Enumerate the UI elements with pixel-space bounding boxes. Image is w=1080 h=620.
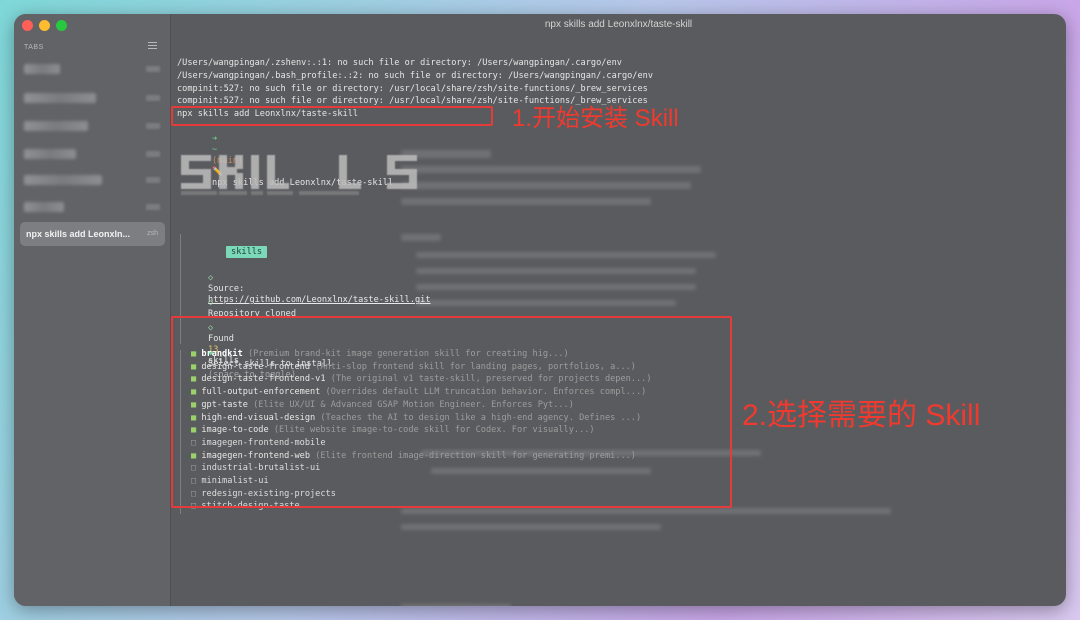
zoom-window-button[interactable]	[56, 20, 67, 31]
sidebar-tab-blurred[interactable]	[24, 175, 102, 185]
blurred-background-text	[401, 508, 891, 514]
prompt-arrow: ➜	[212, 134, 218, 144]
sidebar-tab-blurred[interactable]	[24, 64, 60, 74]
diamond-outline-icon: ◇	[208, 298, 214, 308]
blurred-background-text	[401, 166, 701, 173]
minimize-window-button[interactable]	[39, 20, 50, 31]
tab-shell-blurred	[146, 177, 160, 183]
tab-shell-blurred	[146, 204, 160, 210]
active-tab-label: npx skills add Leonxln...	[26, 229, 131, 239]
blurred-background-text	[401, 234, 441, 241]
blurred-background-text	[401, 604, 511, 606]
blurred-background-text	[401, 198, 651, 205]
tab-shell-blurred	[146, 151, 160, 157]
tabs-header: TABS	[24, 44, 44, 51]
sidebar-tab-blurred[interactable]	[24, 202, 64, 212]
sidebar: TABS npx skills add Leonxln... zsh	[14, 14, 171, 606]
error-line: /Users/wangpingan/.bash_profile:.:2: no …	[177, 71, 653, 81]
annotation-step1: 1.开始安装 Skill	[512, 105, 679, 132]
skills-badge: skills	[226, 246, 268, 258]
error-line: /Users/wangpingan/.zshenv:.:1: no such f…	[177, 58, 622, 68]
tab-shell-blurred	[146, 95, 160, 101]
annotation-box-step2	[171, 316, 732, 508]
blurred-background-text	[416, 300, 676, 306]
tab-shell-blurred	[146, 66, 160, 72]
blurred-background-text	[401, 182, 691, 189]
tab-shell-blurred	[146, 123, 160, 129]
blurred-background-text	[401, 524, 661, 530]
diamond-outline-icon: ◇	[208, 273, 214, 283]
blurred-background-text	[416, 268, 696, 274]
sidebar-tab-blurred[interactable]	[24, 121, 88, 131]
blurred-background-text	[416, 284, 696, 290]
window-title: npx skills add Leonxlnx/taste-skill	[544, 19, 693, 30]
annotation-step2: 2.选择需要的 Skill	[742, 399, 981, 432]
terminal-window: TABS npx skills add Leonxln... zsh npx s…	[14, 14, 1066, 606]
skills-ascii-logo	[181, 155, 417, 195]
sidebar-tab-active[interactable]: npx skills add Leonxln... zsh	[20, 222, 165, 246]
annotation-box-step1	[171, 106, 493, 126]
blurred-background-text	[416, 252, 716, 258]
close-window-button[interactable]	[22, 20, 33, 31]
active-tab-shell: zsh	[147, 230, 158, 237]
sidebar-tab-blurred[interactable]	[24, 93, 96, 103]
tabs-menu-icon[interactable]	[148, 42, 157, 50]
title-bar: npx skills add Leonxlnx/taste-skill	[14, 14, 1066, 38]
sidebar-tab-blurred[interactable]	[24, 149, 76, 159]
error-line: compinit:527: no such file or directory:…	[177, 84, 648, 94]
